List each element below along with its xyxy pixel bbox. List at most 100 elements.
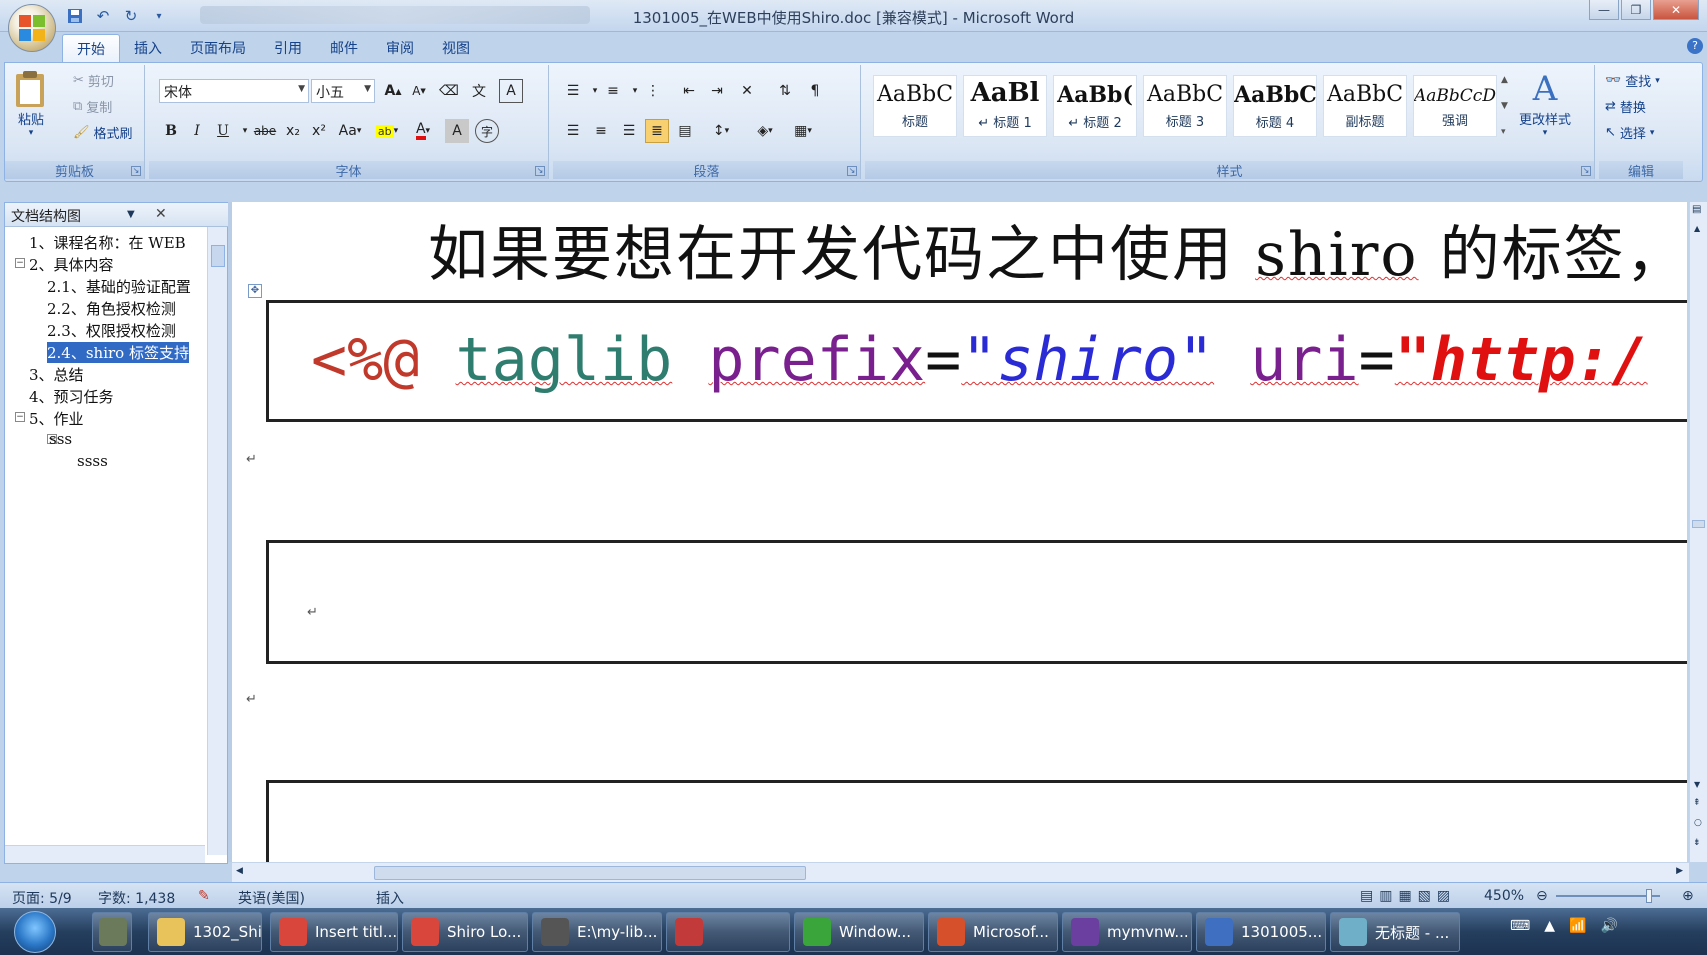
multilevel-list-icon[interactable]: ⋮ [641, 79, 665, 103]
gallery-more-icon[interactable]: ▾ [1501, 127, 1515, 137]
styles-launcher-icon[interactable]: ↘ [1581, 166, 1591, 176]
paragraph-launcher-icon[interactable]: ↘ [847, 166, 857, 176]
copy-button[interactable]: ⧉ 复制 [73, 97, 112, 116]
office-button[interactable] [8, 4, 56, 52]
grow-font-button[interactable]: A ▲ [381, 79, 405, 103]
zoom-level[interactable]: 450% [1484, 888, 1524, 904]
zoom-slider-thumb[interactable] [1646, 889, 1652, 903]
collapse-icon[interactable]: − [15, 258, 25, 268]
style-item[interactable]: AaBb( ↵ 标题 2 [1053, 75, 1137, 137]
borders-icon[interactable]: ▦ ▾ [787, 119, 819, 143]
char-shading-button[interactable]: A [445, 119, 469, 143]
line-spacing-icon[interactable]: ↕ ▾ [705, 119, 737, 143]
align-left-icon[interactable]: ☰ [561, 119, 585, 143]
style-item[interactable]: AaBbC 标题 3 [1143, 75, 1227, 137]
nav-item[interactable]: 2.4、shiro 标签支持 [5, 341, 205, 363]
find-button[interactable]: 👓 查找 ▾ [1605, 71, 1660, 90]
taskbar-button[interactable]: mymvnw... [1062, 912, 1192, 952]
nav-item[interactable]: ssss [5, 451, 205, 473]
scroll-up-icon[interactable]: ▲ [1694, 224, 1700, 233]
insert-mode-indicator[interactable]: 插入 [376, 888, 404, 908]
tab-review[interactable]: 审阅 [372, 34, 428, 62]
close-button[interactable]: ✕ [1653, 0, 1699, 20]
underline-button[interactable]: U [211, 119, 235, 143]
tab-insert[interactable]: 插入 [120, 34, 176, 62]
chevron-down-icon[interactable]: ▼ [364, 84, 371, 94]
previous-page-icon[interactable]: ⇞ [1693, 798, 1701, 808]
shrink-font-button[interactable]: A ▼ [407, 79, 431, 103]
zoom-slider[interactable] [1556, 895, 1660, 897]
sort-icon[interactable]: ⇅ [773, 79, 797, 103]
restore-button[interactable]: ❐ [1621, 0, 1651, 20]
chevron-down-icon[interactable]: ▼ [1501, 101, 1515, 111]
taskbar-button[interactable]: 1301005... [1196, 912, 1326, 952]
enclose-char-button[interactable]: 字 [475, 119, 499, 143]
chevron-up-icon[interactable]: ▲ [1501, 75, 1515, 85]
font-name-combo[interactable]: 宋体 ▼ [159, 79, 309, 103]
select-button[interactable]: ↖ 选择 ▾ [1605, 123, 1654, 142]
decrease-indent-icon[interactable]: ⇤ [677, 79, 701, 103]
bold-button[interactable]: B [159, 119, 183, 143]
asian-layout-icon[interactable]: ✕ [735, 79, 759, 103]
code-table-cell[interactable]: <%@ taglib prefix="shiro" uri="http:/ [266, 300, 1687, 422]
nav-item[interactable]: −2、具体内容 [5, 253, 205, 275]
taskbar-button[interactable]: Microsof... [928, 912, 1058, 952]
nav-item[interactable]: 2.1、基础的验证配置 [5, 275, 205, 297]
style-item[interactable]: AaBbC 副标题 [1323, 75, 1407, 137]
superscript-button[interactable]: x² [307, 119, 331, 143]
taskbar-app-icon[interactable] [92, 912, 132, 952]
font-launcher-icon[interactable]: ↘ [535, 166, 545, 176]
taskbar-button[interactable]: E:\my-lib... [532, 912, 662, 952]
nav-item[interactable]: 3、总结 [5, 363, 205, 385]
styles-gallery-scroll[interactable]: ▲ ▼ ▾ [1501, 75, 1515, 137]
scroll-left-icon[interactable]: ◀ [236, 866, 243, 876]
scroll-down-icon[interactable]: ▼ [1694, 780, 1700, 789]
taskbar-button[interactable]: Shiro Lo... [402, 912, 528, 952]
italic-button[interactable]: I [185, 119, 209, 143]
tab-home[interactable]: 开始 [62, 34, 120, 62]
align-right-icon[interactable]: ☰ [617, 119, 641, 143]
next-page-icon[interactable]: ⇟ [1693, 838, 1701, 848]
increase-indent-icon[interactable]: ⇥ [705, 79, 729, 103]
chevron-down-icon[interactable]: ▼ [298, 84, 305, 94]
change-styles-button[interactable]: A 更改样式 ▾ [1519, 69, 1571, 138]
view-buttons[interactable]: ▤▥▦▧▨ [1360, 888, 1456, 904]
shading-bucket-icon[interactable]: ◈ ▾ [749, 119, 781, 143]
taskbar-button[interactable]: Window... [794, 912, 924, 952]
nav-item[interactable]: − sss [5, 429, 205, 451]
help-icon[interactable]: ? [1687, 38, 1703, 54]
format-painter-button[interactable]: 🖌 格式刷 [73, 123, 133, 142]
taskbar-button[interactable]: Insert titl... [270, 912, 398, 952]
justify-icon[interactable]: ≣ [645, 119, 669, 143]
taskbar-button[interactable] [666, 912, 790, 952]
zoom-in-icon[interactable]: ⊕ [1682, 888, 1694, 904]
strikethrough-button[interactable]: abe [253, 119, 277, 143]
phonetic-guide-button[interactable]: 文 [467, 79, 491, 103]
nav-item[interactable]: 2.2、角色授权检测 [5, 297, 205, 319]
collapse-icon[interactable]: − [15, 412, 25, 422]
scroll-right-icon[interactable]: ▶ [1676, 866, 1683, 876]
char-border-button[interactable]: A [499, 79, 523, 103]
replace-button[interactable]: ⇄ 替换 [1605, 97, 1646, 116]
show-marks-icon[interactable]: ¶ [803, 79, 827, 103]
font-size-combo[interactable]: 小五 ▼ [311, 79, 375, 103]
change-case-button[interactable]: Aa ▾ [335, 119, 365, 143]
tab-view[interactable]: 视图 [428, 34, 484, 62]
clipboard-launcher-icon[interactable]: ↘ [131, 166, 141, 176]
start-button[interactable] [14, 911, 56, 953]
minimize-button[interactable]: — [1589, 0, 1619, 20]
tab-references[interactable]: 引用 [260, 34, 316, 62]
language-indicator[interactable]: 英语(美国) [238, 888, 305, 908]
nav-item[interactable]: 1、课程名称：在 WEB [5, 231, 205, 253]
numbering-icon[interactable]: ≡ [601, 79, 625, 103]
highlight-button[interactable]: ab ▾ [371, 119, 403, 143]
distributed-icon[interactable]: ▤ [673, 119, 697, 143]
tab-page-layout[interactable]: 页面布局 [176, 34, 260, 62]
font-color-button[interactable]: A ▾ [407, 119, 439, 143]
code-table-cell[interactable]: ↵ [266, 540, 1687, 664]
style-item[interactable]: AaBbC 标题 4 [1233, 75, 1317, 137]
nav-item[interactable]: −5、作业 [5, 407, 205, 429]
nav-horizontal-scrollbar[interactable] [5, 845, 205, 863]
nav-vertical-scrollbar[interactable] [207, 227, 227, 855]
close-icon[interactable]: ✕ [155, 206, 167, 222]
